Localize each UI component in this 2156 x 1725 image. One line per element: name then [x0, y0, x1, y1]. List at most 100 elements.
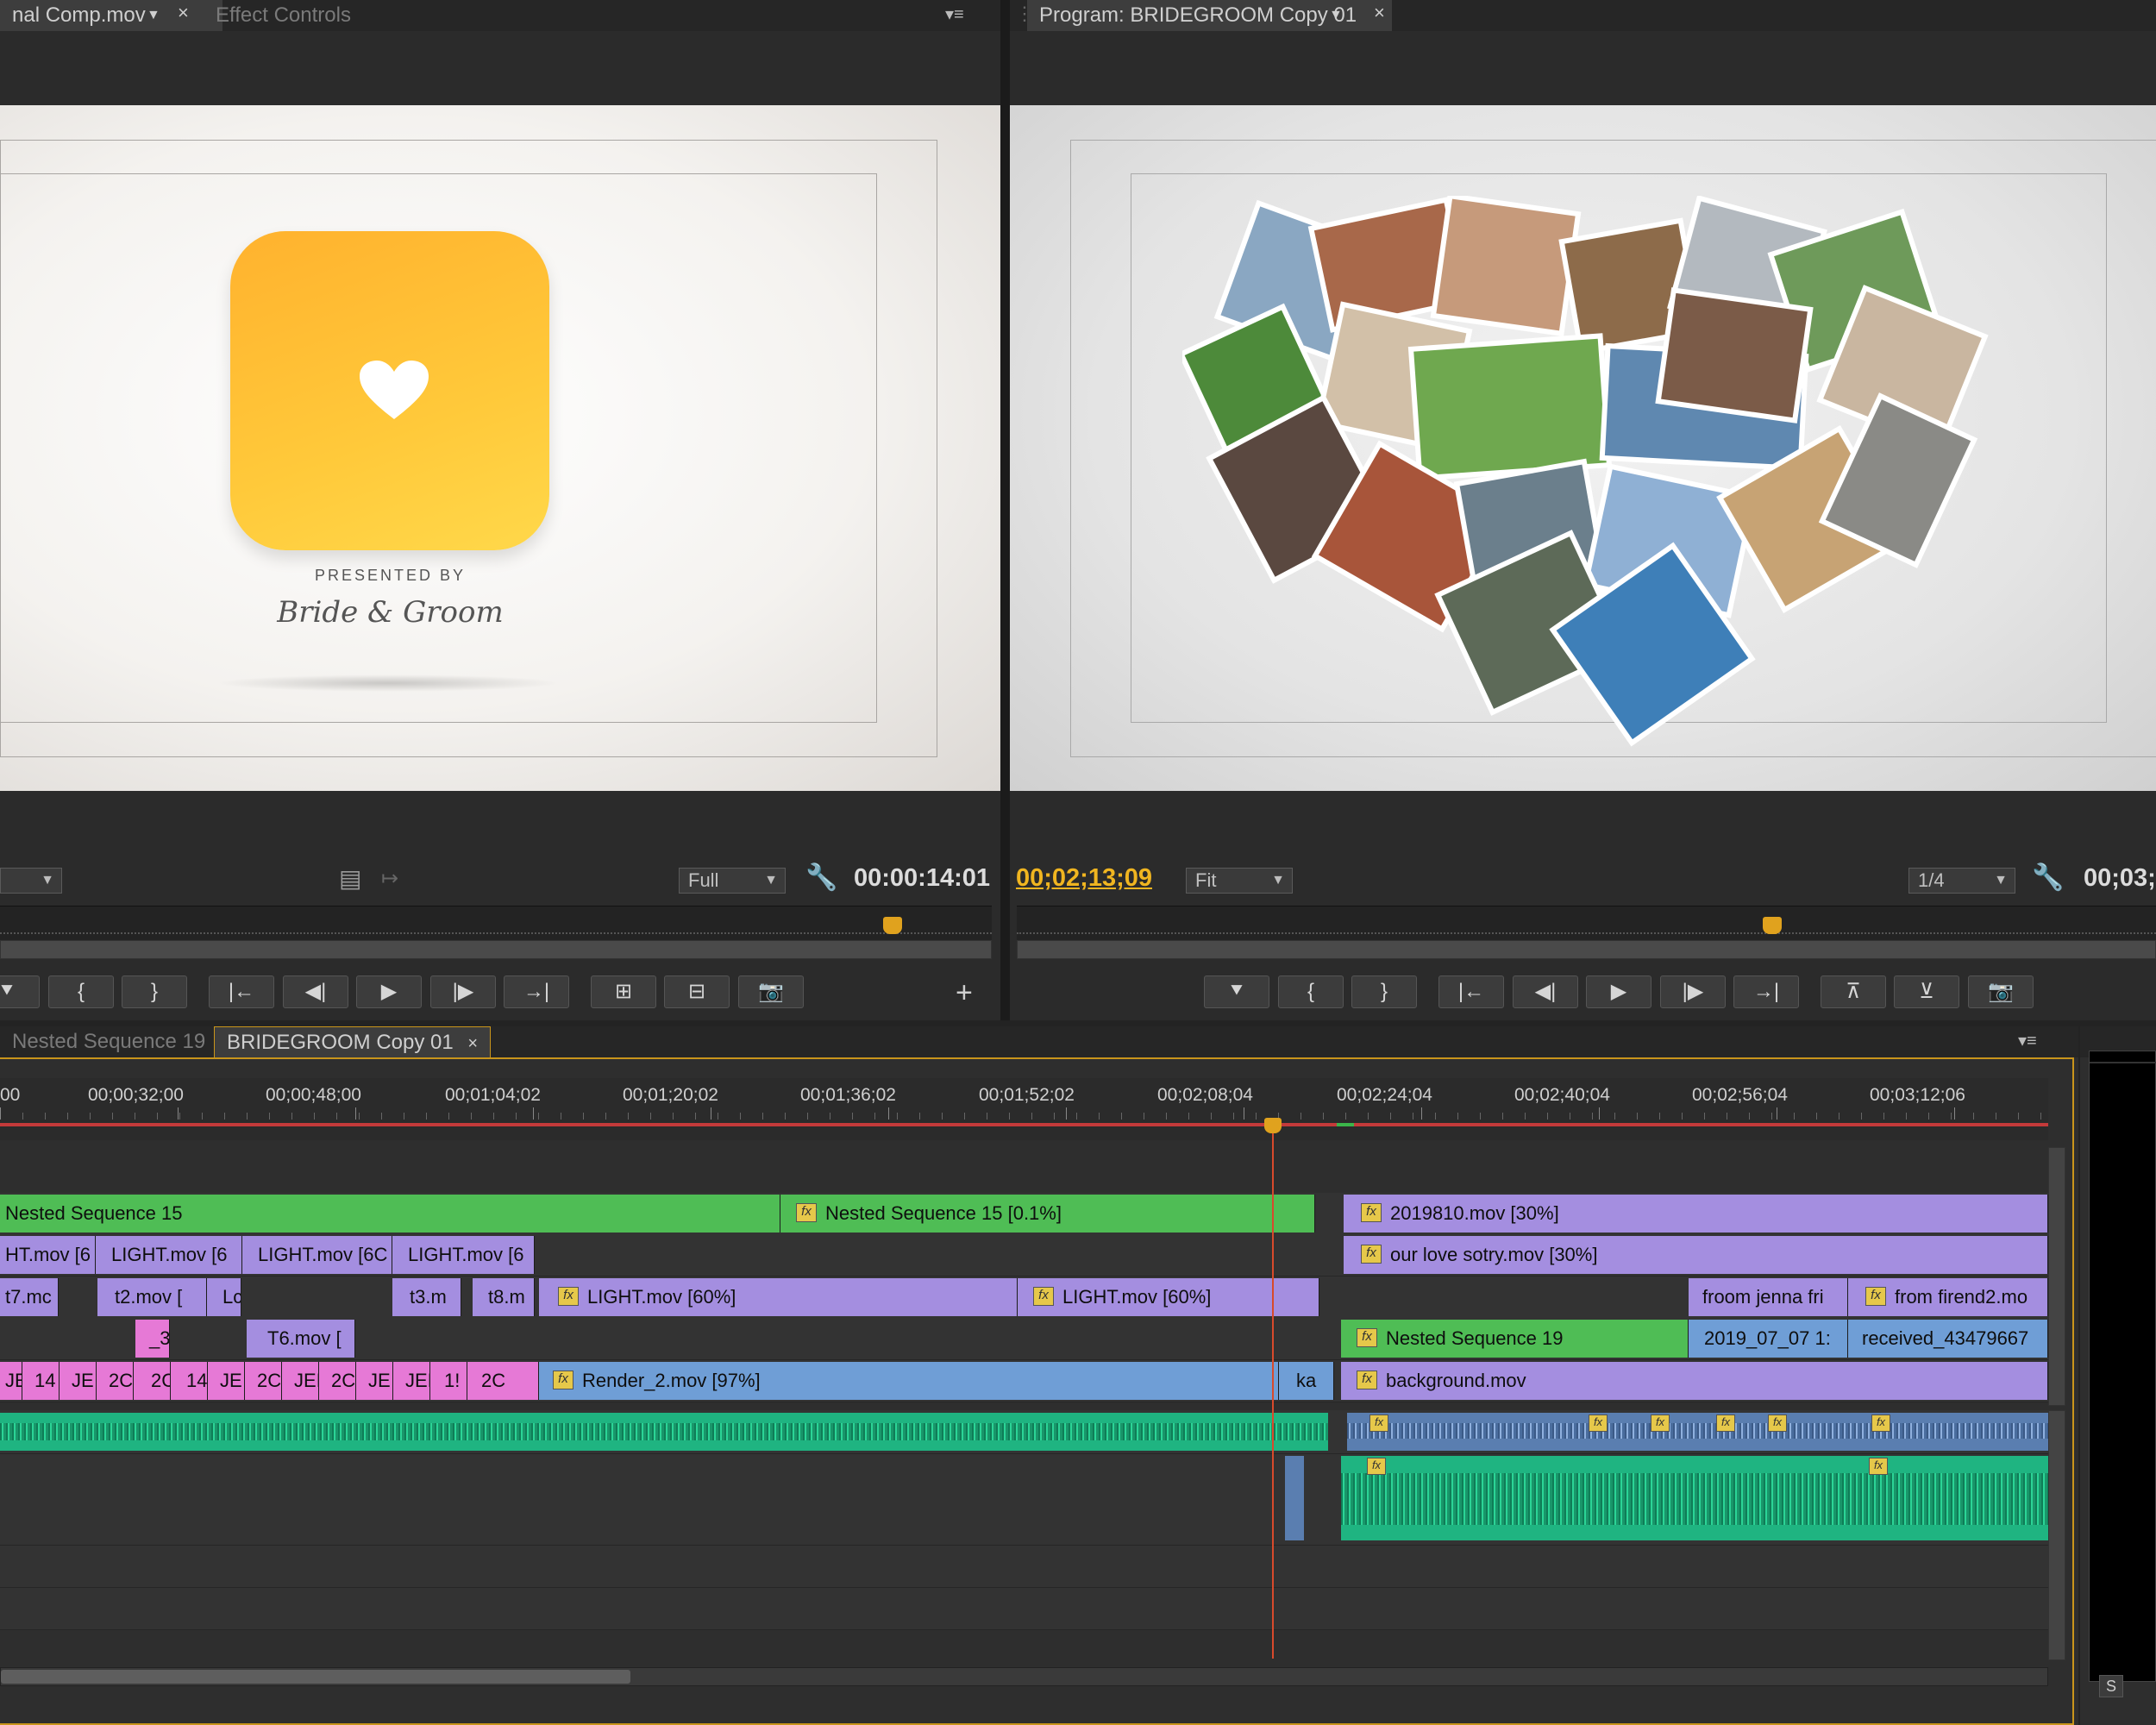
video-tracks-scrollbar[interactable] [2048, 1147, 2065, 1406]
add-button-icon[interactable]: + [956, 976, 973, 1010]
clip-v1-small-8[interactable]: JEI [282, 1362, 319, 1400]
timeline-ruler[interactable]: 00 00;00;32;00 00;00;48;00 00;01;04;02 0… [0, 1078, 2048, 1140]
wrench-icon[interactable]: 🔧 [805, 862, 837, 893]
source-timecode[interactable]: 00:00:14:01 [854, 864, 990, 893]
clip-2019810[interactable]: fx 2019810.mov [30%] [1344, 1195, 2048, 1233]
clip-froom-jenna[interactable]: froom jenna fri [1689, 1278, 1848, 1316]
clip-underscore-3[interactable]: _3 [135, 1320, 170, 1358]
go-to-in-button[interactable]: |← [209, 975, 274, 1008]
go-to-out-button[interactable]: →| [1733, 975, 1799, 1008]
clip-light-3[interactable]: LIGHT.mov [6C [242, 1236, 392, 1274]
step-forward-button[interactable]: |▶ [1660, 975, 1726, 1008]
clip-v1-small-13[interactable]: 2C [467, 1362, 539, 1400]
clip-light-1[interactable]: HT.mov [6 [0, 1236, 96, 1274]
clip-t7[interactable]: t7.mc [0, 1278, 59, 1316]
tab-program[interactable]: Program: BRIDEGROOM Copy 01 ▼ [1027, 0, 1392, 31]
tab-bridegroom-copy[interactable]: BRIDEGROOM Copy 01 × [214, 1026, 492, 1058]
step-back-button[interactable]: ◀| [1513, 975, 1578, 1008]
source-zoom-select[interactable]: ▼ [0, 868, 62, 894]
clip-v1-small-5[interactable]: 14 [171, 1362, 208, 1400]
clip-nested-sequence-19[interactable]: fx Nested Sequence 19 [1341, 1320, 1689, 1358]
clip-v1-small-2[interactable]: JE [60, 1362, 97, 1400]
solo-button[interactable]: S [2099, 1675, 2123, 1697]
source-scrollbar[interactable] [0, 940, 992, 959]
timeline-h-scroll-thumb[interactable] [1, 1670, 630, 1684]
clip-background[interactable]: fx background.mov [1341, 1362, 2048, 1400]
mark-out-button[interactable]: } [1351, 975, 1417, 1008]
timeline-playhead-line[interactable] [1272, 1128, 1274, 1659]
clip-v1-small-4[interactable]: 2C [134, 1362, 171, 1400]
timeline-playhead-handle[interactable] [1264, 1118, 1282, 1133]
clip-t6[interactable]: T6.mov [ [247, 1320, 355, 1358]
program-resolution-select[interactable]: 1/4 ▼ [1908, 868, 2015, 894]
clip-v1-small-12[interactable]: 1! [430, 1362, 467, 1400]
clip-our-love-story[interactable]: fx our love sotry.mov [30%] [1344, 1236, 2048, 1274]
play-button[interactable]: ▶ [356, 975, 422, 1008]
go-to-out-button[interactable]: →| [504, 975, 569, 1008]
tab-source-clip[interactable]: nal Comp.mov ▼ [0, 0, 222, 31]
source-quality-select[interactable]: Full ▼ [679, 868, 786, 894]
play-button[interactable]: ▶ [1586, 975, 1651, 1008]
insert-button[interactable]: ⊞ [591, 975, 656, 1008]
export-frame-button[interactable]: 📷 [1968, 975, 2034, 1008]
clip-t8[interactable]: t8.m [473, 1278, 535, 1316]
clip-v1-small-1[interactable]: 14 [22, 1362, 60, 1400]
close-icon[interactable]: × [467, 1034, 478, 1053]
clip-light-4[interactable]: LIGHT.mov [6 [392, 1236, 535, 1274]
lift-button[interactable]: ⊼ [1821, 975, 1886, 1008]
program-scrollbar[interactable] [1017, 940, 2156, 959]
clip-v1-small-9[interactable]: 2C [319, 1362, 356, 1400]
go-to-in-button[interactable]: |← [1438, 975, 1504, 1008]
mark-out-button[interactable]: } [122, 975, 187, 1008]
clip-from-firend2[interactable]: fx from firend2.mo [1848, 1278, 2048, 1316]
clip-light-60-a[interactable]: fx LIGHT.mov [60%] [539, 1278, 1018, 1316]
source-playhead-marker[interactable] [883, 917, 902, 934]
close-icon[interactable]: × [178, 2, 189, 24]
source-mini-ruler[interactable] [0, 906, 992, 944]
clip-light-2[interactable]: LIGHT.mov [6 [96, 1236, 242, 1274]
add-marker-button[interactable]: ⯆ [1204, 975, 1269, 1008]
program-playhead-marker[interactable] [1763, 917, 1782, 934]
chevron-down-icon[interactable]: ▼ [147, 0, 160, 31]
close-icon[interactable]: × [1374, 2, 1385, 24]
clip-render-2[interactable]: fx Render_2.mov [97%] [539, 1362, 1279, 1400]
panel-menu-icon[interactable]: ▾≡ [945, 3, 964, 25]
clip-2019-07-07[interactable]: 2019_07_07 1: [1689, 1320, 1848, 1358]
tab-effect-controls[interactable]: Effect Controls [204, 0, 363, 31]
clip-nested-sequence-15[interactable]: Nested Sequence 15 [0, 1195, 780, 1233]
program-fit-select[interactable]: Fit ▼ [1186, 868, 1293, 894]
clip-v1-small-6[interactable]: JE [208, 1362, 245, 1400]
extract-button[interactable]: ⊻ [1894, 975, 1959, 1008]
mark-in-button[interactable]: { [48, 975, 114, 1008]
step-forward-button[interactable]: |▶ [430, 975, 496, 1008]
add-marker-button[interactable]: ⯆ [0, 975, 40, 1008]
clip-v1-small-0[interactable]: JE [0, 1362, 22, 1400]
film-icon[interactable]: ▤ [339, 864, 361, 893]
program-mini-ruler[interactable] [1017, 906, 2156, 944]
clip-lc[interactable]: Lc [207, 1278, 241, 1316]
program-current-timecode[interactable]: 00;02;13;09 [1016, 864, 1152, 893]
clip-v1-small-11[interactable]: JEI [393, 1362, 430, 1400]
clip-v1-small-7[interactable]: 2C [245, 1362, 282, 1400]
audio-clip-a2-right[interactable] [1341, 1456, 2048, 1540]
audio-tracks-scrollbar[interactable] [2048, 1410, 2065, 1660]
audio-clip-a2-small[interactable] [1285, 1456, 1304, 1540]
timeline-h-scrollbar[interactable] [0, 1667, 2048, 1686]
clip-v1-small-3[interactable]: 2C [97, 1362, 134, 1400]
panel-divider[interactable] [1000, 0, 1010, 1020]
mark-in-button[interactable]: { [1278, 975, 1344, 1008]
clip-received[interactable]: received_43479667 [1848, 1320, 2048, 1358]
clip-ka[interactable]: ka [1279, 1362, 1334, 1400]
wrench-icon[interactable]: 🔧 [2032, 862, 2064, 893]
panel-menu-icon[interactable]: ▾≡ [2018, 1030, 2037, 1051]
clip-t2[interactable]: t2.mov [ [97, 1278, 207, 1316]
audio-clip-a1-left[interactable] [0, 1413, 1328, 1451]
clip-nested-sequence-15b[interactable]: fx Nested Sequence 15 [0.1%] [780, 1195, 1315, 1233]
audio-clip-a1-right[interactable] [1347, 1413, 2048, 1451]
overwrite-button[interactable]: ⊟ [664, 975, 730, 1008]
chevron-down-icon[interactable]: ▼ [1329, 0, 1343, 31]
step-back-button[interactable]: ◀| [283, 975, 348, 1008]
export-frame-button[interactable]: 📷 [738, 975, 804, 1008]
clip-t3[interactable]: t3.m [392, 1278, 461, 1316]
clip-light-60-b[interactable]: fx LIGHT.mov [60%] [1018, 1278, 1319, 1316]
